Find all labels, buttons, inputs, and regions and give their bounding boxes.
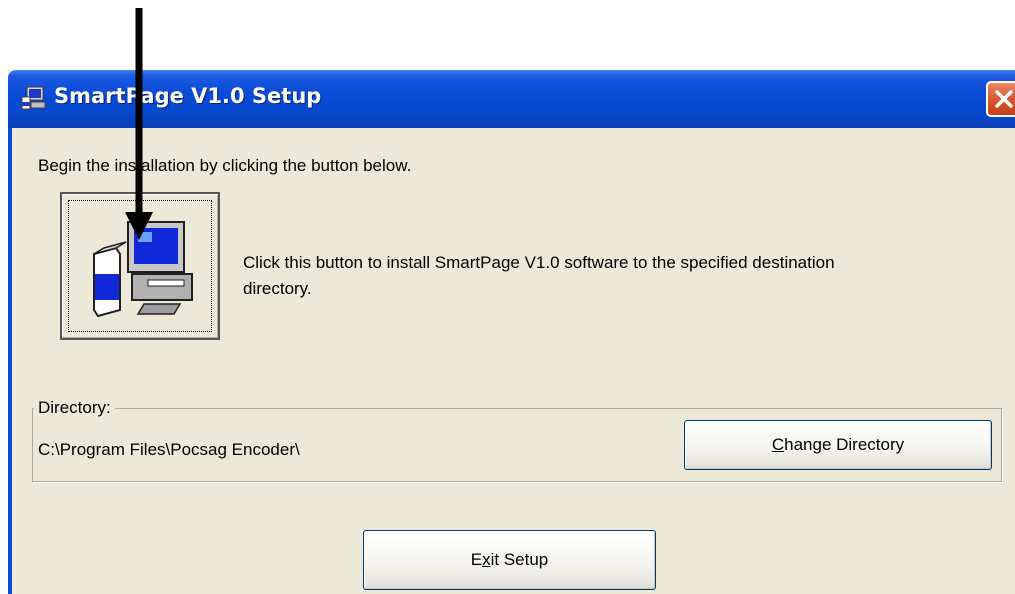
close-button[interactable] [986, 81, 1015, 117]
exit-setup-mnemonic: x [482, 550, 491, 569]
window-frame [8, 128, 12, 594]
title-bar[interactable]: SmartPage V1.0 Setup [8, 70, 1015, 128]
screenshot: SmartPage V1.0 Setup Begin the installat… [0, 0, 1015, 594]
window-title: SmartPage V1.0 Setup [54, 84, 322, 108]
close-icon [995, 90, 1013, 108]
exit-setup-prefix: E [470, 550, 483, 569]
install-computer-icon [93, 221, 193, 318]
change-directory-label: hange Directory [784, 435, 905, 454]
setup-dialog: SmartPage V1.0 Setup Begin the installat… [8, 70, 1015, 594]
intro-text: Begin the installation by clicking the b… [38, 156, 412, 175]
change-directory-button[interactable]: Change Directory [684, 420, 992, 470]
install-button[interactable] [60, 192, 220, 340]
directory-label: Directory: [34, 398, 115, 418]
exit-setup-label: it Setup [490, 550, 549, 569]
setup-app-icon [21, 86, 46, 110]
change-directory-mnemonic: C [771, 435, 785, 454]
directory-path: C:\Program Files\Pocsag Encoder\ [38, 440, 300, 459]
install-description: Click this button to install SmartPage V… [243, 253, 835, 298]
exit-setup-button[interactable]: Exit Setup [363, 530, 656, 590]
